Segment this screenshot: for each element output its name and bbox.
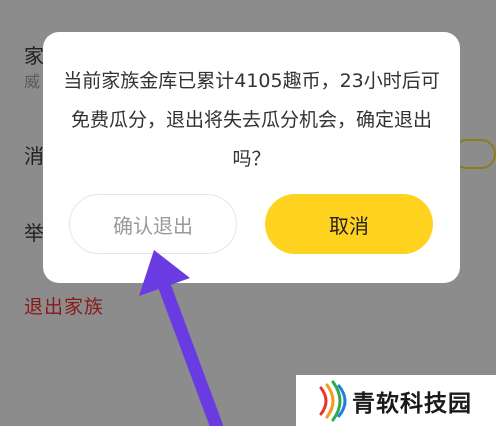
watermark-text: 青软科技园 [352,390,472,417]
watermark-badge: 青软科技园 [296,375,496,426]
annotation-arrow-icon [139,250,224,426]
colorful-arc-logo-icon [319,380,347,421]
